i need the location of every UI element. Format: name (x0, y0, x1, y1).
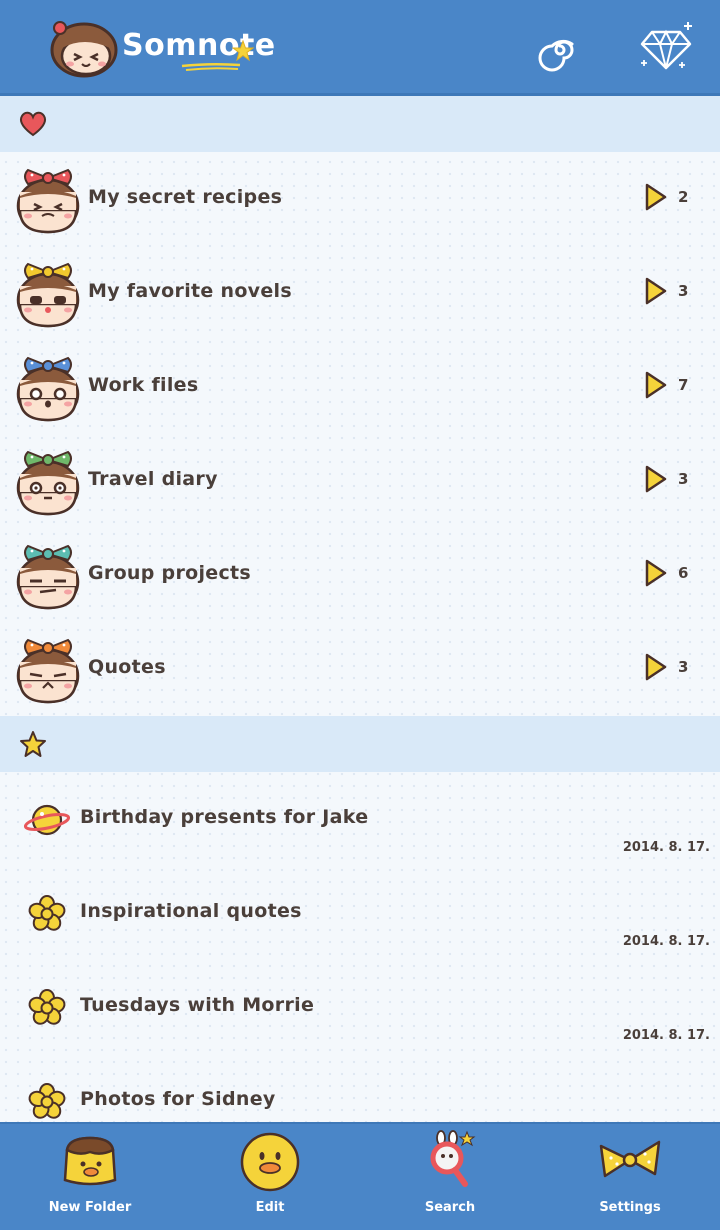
folder-girl-face-icon (16, 450, 80, 516)
folder-name: Quotes (88, 656, 166, 678)
flower-icon (28, 989, 66, 1025)
planet-icon (24, 804, 70, 836)
folder-name: My favorite novels (88, 280, 292, 302)
flower-icon (28, 895, 66, 931)
folder-row[interactable]: Group projects 6 (0, 542, 720, 636)
note-date: 2014. 8. 17. (622, 934, 710, 949)
folder-note-count: 6 (678, 564, 689, 582)
play-arrow-icon[interactable] (644, 182, 668, 212)
note-date: 2014. 8. 17. (622, 840, 710, 855)
folder-row[interactable]: My secret recipes 2 (0, 166, 720, 260)
play-arrow-icon[interactable] (644, 276, 668, 306)
note-title: Photos for Sidney (80, 1088, 276, 1110)
note-title: Tuesdays with Morrie (80, 994, 315, 1016)
note-row[interactable]: Inspirational quotes 2014. 8. 17. (0, 880, 720, 974)
folder-name: My secret recipes (88, 186, 283, 208)
search-magnifier-icon (430, 1130, 476, 1187)
folder-note-count: 2 (678, 188, 689, 206)
new-folder-button[interactable]: New Folder (0, 1124, 180, 1230)
ribbon-bow-icon (599, 1140, 661, 1178)
folder-row[interactable]: Travel diary 3 (0, 448, 720, 542)
duck-icon (240, 1132, 300, 1192)
folder-girl-face-icon (16, 168, 80, 234)
settings-button[interactable]: Settings (540, 1124, 720, 1230)
folder-row[interactable]: My favorite novels 3 (0, 260, 720, 354)
note-title: Birthday presents for Jake (80, 806, 369, 828)
play-arrow-icon[interactable] (644, 464, 668, 494)
settings-label: Settings (599, 1200, 661, 1215)
folder-name: Work files (88, 374, 199, 396)
note-title: Inspirational quotes (80, 900, 302, 922)
play-arrow-icon[interactable] (644, 370, 668, 400)
folder-name: Travel diary (88, 468, 218, 490)
folder-girl-face-icon (16, 638, 80, 704)
search-label: Search (424, 1200, 476, 1215)
folder-girl-face-icon (16, 544, 80, 610)
logo-star-icon (232, 40, 254, 62)
diamond-icon[interactable] (636, 20, 696, 72)
starred-section-header (0, 716, 720, 772)
folder-note-count: 3 (678, 658, 689, 676)
folder-note-count: 3 (678, 282, 689, 300)
flower-icon (28, 1083, 66, 1119)
edit-label: Edit (255, 1200, 285, 1215)
play-arrow-icon[interactable] (644, 558, 668, 588)
note-date: 2014. 8. 17. (622, 1028, 710, 1043)
favorites-section-header (0, 96, 720, 152)
folder-girl-face-icon (16, 356, 80, 422)
note-row[interactable]: Birthday presents for Jake 2014. 8. 17. (0, 786, 720, 880)
folder-note-count: 7 (678, 376, 689, 394)
folder-girl-face-icon (16, 262, 80, 328)
app-header: Somnote (0, 0, 720, 96)
sync-swirl-icon[interactable] (538, 28, 582, 72)
star-icon (20, 731, 46, 757)
heart-icon (19, 111, 47, 137)
search-button[interactable]: Search (360, 1124, 540, 1230)
folder-row[interactable]: Work files 7 (0, 354, 720, 448)
bottom-tab-bar: New Folder Edit Search Settings (0, 1122, 720, 1230)
logo-girl-icon (50, 21, 118, 78)
new-folder-label: New Folder (48, 1200, 132, 1215)
folder-name: Group projects (88, 562, 252, 584)
note-row[interactable]: Tuesdays with Morrie 2014. 8. 17. (0, 974, 720, 1068)
play-arrow-icon[interactable] (644, 652, 668, 682)
pudding-icon (63, 1136, 117, 1186)
logo-underline (181, 62, 241, 71)
folder-note-count: 3 (678, 470, 689, 488)
edit-button[interactable]: Edit (180, 1124, 360, 1230)
